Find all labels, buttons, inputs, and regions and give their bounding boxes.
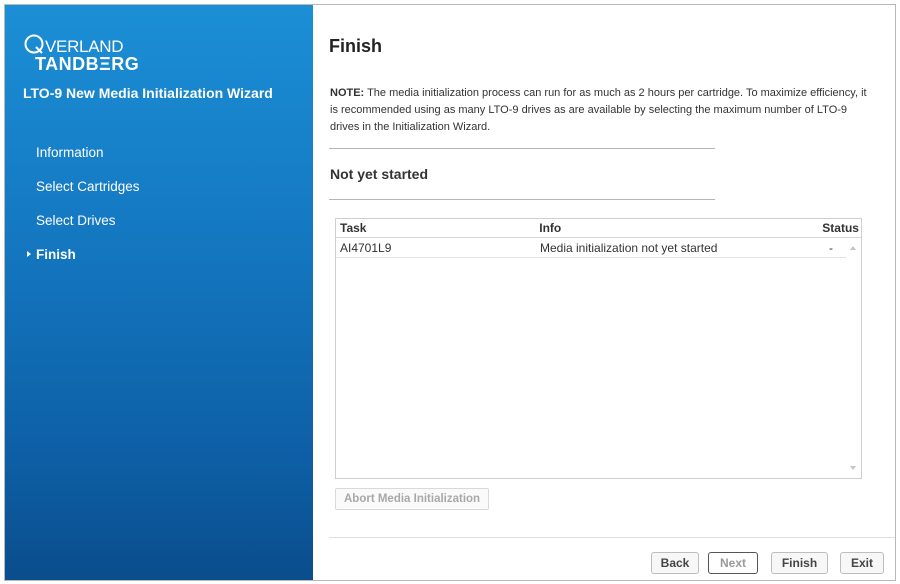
logo-wordmark-top: VERLAND <box>23 33 139 55</box>
divider <box>329 148 715 149</box>
nav-step-finish[interactable]: Finish <box>5 237 313 271</box>
note-body: The media initialization process can run… <box>330 87 867 133</box>
footer-divider <box>329 537 895 538</box>
nav-step-select-drives[interactable]: Select Drives <box>5 203 313 237</box>
note-label: NOTE: <box>330 87 365 99</box>
wizard-title: LTO-9 New Media Initialization Wizard <box>23 85 273 101</box>
overland-tandberg-logo: VERLAND TANDBΞRG <box>23 33 139 75</box>
page-title: Finish <box>329 36 382 56</box>
sidebar: VERLAND TANDBΞRG LTO-9 New Media Initial… <box>5 5 313 580</box>
next-button[interactable]: Next <box>708 552 758 574</box>
current-step-arrow-icon <box>27 251 31 257</box>
table-scrollbar[interactable] <box>845 238 861 478</box>
main-panel: Finish NOTE: The media initialization pr… <box>313 5 895 580</box>
nav-step-label: Select Drives <box>36 212 116 228</box>
finish-button[interactable]: Finish <box>771 552 828 574</box>
logo-text-tandberg: TANDBΞRG <box>35 54 140 74</box>
task-table-header: Task Info Status <box>336 219 861 238</box>
column-header-info[interactable]: Info <box>535 221 819 235</box>
scroll-down-arrow-icon[interactable] <box>850 466 856 470</box>
nav-step-label: Finish <box>36 246 76 262</box>
note-text: NOTE: The media initialization process c… <box>330 85 870 136</box>
cell-info: Media initialization not yet started <box>540 240 718 255</box>
column-header-status[interactable]: Status <box>819 221 861 235</box>
cell-status: - <box>829 240 833 255</box>
column-header-task[interactable]: Task <box>336 221 535 235</box>
nav-step-label: Select Cartridges <box>36 178 140 194</box>
task-table: Task Info Status AI4701L9 Media initiali… <box>335 218 862 479</box>
table-row[interactable]: AI4701L9 Media initialization not yet st… <box>336 238 846 258</box>
nav-step-information[interactable]: Information <box>5 135 313 169</box>
cell-task: AI4701L9 <box>340 240 392 255</box>
abort-media-initialization-button[interactable]: Abort Media Initialization <box>335 488 490 510</box>
back-button[interactable]: Back <box>651 552 699 574</box>
scroll-up-arrow-icon[interactable] <box>850 246 856 250</box>
wizard-steps-nav: Information Select Cartridges Select Dri… <box>5 135 313 271</box>
nav-step-select-cartridges[interactable]: Select Cartridges <box>5 169 313 203</box>
logo-o-mark <box>23 33 45 55</box>
nav-step-label: Information <box>36 144 104 160</box>
exit-button[interactable]: Exit <box>840 552 884 574</box>
wizard-window: VERLAND TANDBΞRG LTO-9 New Media Initial… <box>4 4 896 581</box>
task-table-body: AI4701L9 Media initialization not yet st… <box>336 238 861 478</box>
divider <box>329 199 715 200</box>
status-heading: Not yet started <box>330 166 429 182</box>
logo-text-overland: VERLAND <box>45 37 124 56</box>
